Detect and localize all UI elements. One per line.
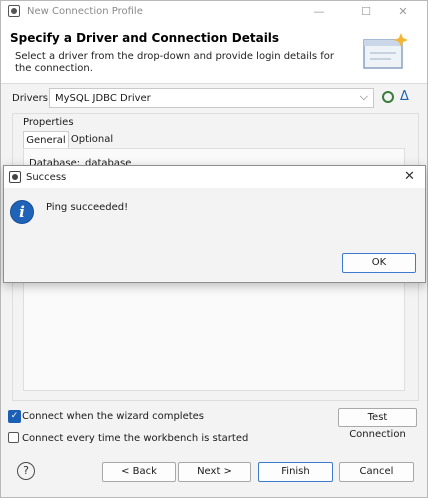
success-dialog-titlebar: Success ✕: [4, 166, 425, 188]
tab-general[interactable]: General: [23, 131, 69, 149]
wizard-header: Specify a Driver and Connection Details …: [1, 23, 427, 84]
page-title: Specify a Driver and Connection Details: [10, 31, 280, 45]
ok-button[interactable]: OK: [342, 253, 416, 273]
connect-when-wizard-completes-label: Connect when the wizard completes: [22, 411, 205, 422]
window-titlebar: New Connection Profile — ☐ ✕: [1, 1, 427, 23]
drivers-label: Drivers:: [12, 93, 52, 104]
connect-when-wizard-completes-checkbox[interactable]: ✓: [8, 410, 21, 423]
close-button[interactable]: ✕: [381, 3, 425, 21]
page-description: Select a driver from the drop-down and p…: [15, 51, 334, 74]
drivers-dropdown[interactable]: MySQL JDBC Driver ⌵: [49, 88, 374, 108]
success-dialog: Success ✕ i Ping succeeded! OK: [3, 165, 426, 283]
connect-every-time-checkbox[interactable]: [8, 432, 19, 443]
connect-every-time-label: Connect every time the workbench is star…: [22, 433, 249, 444]
information-icon: i: [10, 200, 34, 224]
drivers-selected-value: MySQL JDBC Driver: [55, 93, 151, 104]
new-driver-icon[interactable]: [382, 91, 394, 103]
chevron-down-icon: ⌵: [359, 90, 368, 103]
app-icon: [9, 171, 21, 183]
tab-optional[interactable]: Optional: [69, 131, 115, 148]
success-dialog-close-icon[interactable]: ✕: [404, 169, 415, 184]
success-dialog-title: Success: [26, 172, 67, 183]
help-icon[interactable]: ?: [17, 462, 35, 480]
success-message: Ping succeeded!: [46, 202, 129, 213]
wizard-banner-icon: [363, 33, 408, 69]
cancel-button[interactable]: Cancel: [339, 462, 414, 482]
next-button[interactable]: Next >: [178, 462, 251, 482]
window-title: New Connection Profile: [27, 6, 143, 17]
properties-label: Properties: [23, 117, 74, 128]
app-icon: [8, 5, 20, 17]
test-connection-button[interactable]: Test Connection: [338, 408, 417, 440]
finish-button[interactable]: Finish: [258, 462, 333, 482]
minimize-button[interactable]: —: [297, 3, 341, 21]
edit-driver-icon[interactable]: Δ: [400, 89, 409, 104]
back-button[interactable]: < Back: [102, 462, 176, 482]
